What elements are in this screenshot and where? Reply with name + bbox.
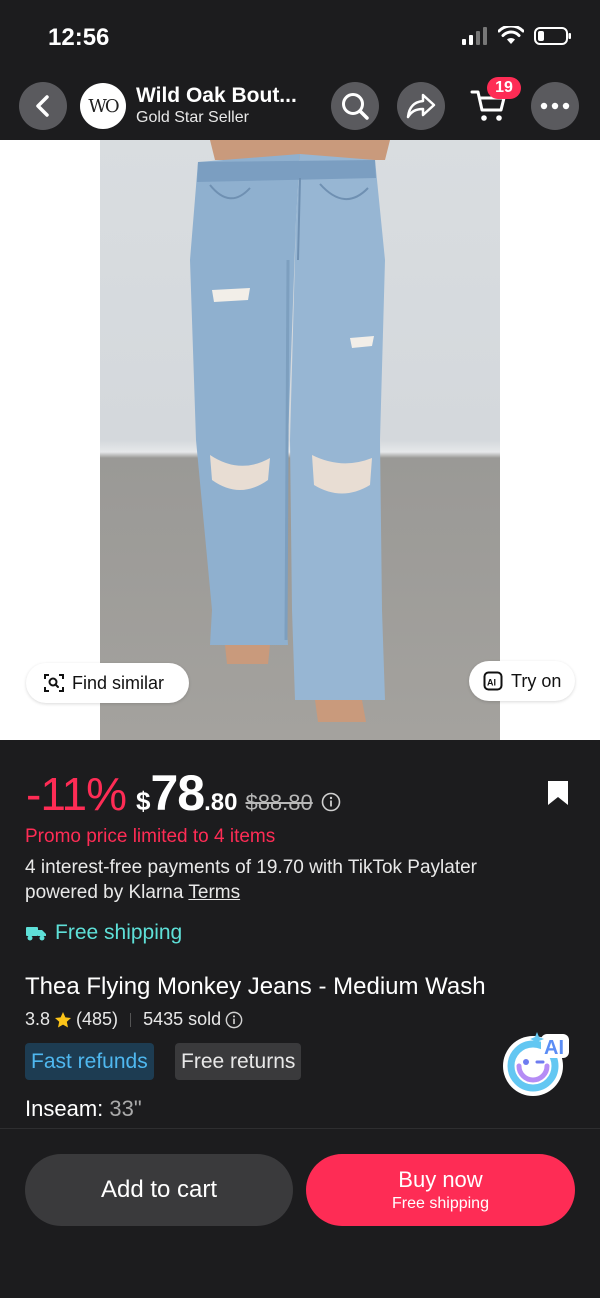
product-image-area[interactable]: Find similar AI Try on — [0, 140, 600, 740]
free-shipping-label: Free shipping — [55, 921, 183, 944]
promo-text: Promo price limited to 4 items — [25, 826, 276, 847]
discount-percent: -11% — [26, 768, 127, 820]
price-row: -11% $ 78 .80 $88.80 — [26, 764, 341, 821]
status-bar: 12:56 — [0, 0, 600, 72]
price-integer: 78 — [150, 765, 205, 821]
chevron-left-icon — [36, 95, 49, 117]
separator — [130, 1012, 132, 1027]
jeans-illustration — [190, 140, 390, 722]
image-search-icon — [44, 674, 64, 692]
star-icon — [55, 1011, 72, 1027]
find-similar-button[interactable]: Find similar — [26, 663, 189, 703]
terms-link[interactable]: Terms — [188, 882, 240, 903]
store-header: WO Wild Oak Bout... Gold Star Seller 19 — [0, 72, 600, 140]
try-on-label: Try on — [511, 670, 562, 691]
paylater-text: 4 interest-free payments of 19.70 with T… — [25, 857, 477, 903]
inseam-row: Inseam: 33" — [25, 1096, 142, 1122]
more-dots-icon — [540, 102, 570, 110]
add-to-cart-label: Add to cart — [100, 1176, 218, 1203]
svg-text:AI: AI — [487, 678, 496, 688]
inseam-value: 33" — [109, 1096, 142, 1121]
price-currency: $ — [135, 786, 151, 816]
battery-icon — [534, 27, 571, 45]
truck-icon — [26, 927, 46, 941]
add-to-cart-button[interactable]: Add to cart — [25, 1154, 293, 1226]
product-photo — [100, 140, 500, 740]
product-title: Thea Flying Monkey Jeans - Medium Wash — [25, 973, 486, 1000]
sold-count: 5435 sold — [143, 1009, 222, 1029]
info-icon[interactable] — [321, 792, 341, 812]
free-shipping-row[interactable]: Free shipping — [25, 921, 182, 945]
fast-refunds-tag[interactable]: Fast refunds — [25, 1043, 154, 1080]
paylater-info: 4 interest-free payments of 19.70 with T… — [25, 855, 545, 905]
ai-assistant-icon[interactable]: AI — [497, 1024, 573, 1098]
search-icon — [342, 93, 369, 120]
share-arrow-icon — [406, 93, 436, 119]
try-on-button[interactable]: AI Try on — [469, 661, 575, 701]
original-price: $88.80 — [245, 790, 313, 815]
rating-row[interactable]: 3.8 (485) 5435 sold — [25, 1009, 243, 1030]
status-icons — [462, 26, 572, 46]
price-decimal: .80 — [204, 789, 238, 816]
store-name[interactable]: Wild Oak Bout... — [136, 84, 297, 108]
back-button[interactable] — [19, 82, 67, 130]
buy-now-button[interactable]: Buy now Free shipping — [306, 1154, 575, 1226]
info-icon[interactable] — [225, 1011, 243, 1029]
inseam-label: Inseam: — [25, 1096, 104, 1121]
store-logo[interactable]: WO — [80, 83, 126, 129]
divider — [0, 1128, 600, 1129]
ai-badge-label: AI — [544, 1037, 564, 1059]
buy-now-label: Buy now — [398, 1167, 483, 1192]
buy-now-sublabel: Free shipping — [392, 1195, 489, 1212]
signal-icon — [462, 27, 487, 45]
seller-badge: Gold Star Seller — [136, 109, 249, 126]
search-button[interactable] — [331, 82, 379, 130]
ai-try-on-icon: AI — [483, 671, 503, 691]
find-similar-label: Find similar — [72, 672, 165, 693]
more-options-button[interactable] — [531, 82, 579, 130]
share-button[interactable] — [397, 82, 445, 130]
cart-count-badge: 19 — [487, 77, 521, 99]
free-returns-tag[interactable]: Free returns — [175, 1043, 302, 1080]
bookmark-icon[interactable] — [546, 779, 570, 807]
wifi-icon — [498, 26, 524, 44]
review-count: (485) — [76, 1009, 119, 1029]
rating-value: 3.8 — [25, 1009, 51, 1029]
status-time: 12:56 — [48, 24, 110, 51]
